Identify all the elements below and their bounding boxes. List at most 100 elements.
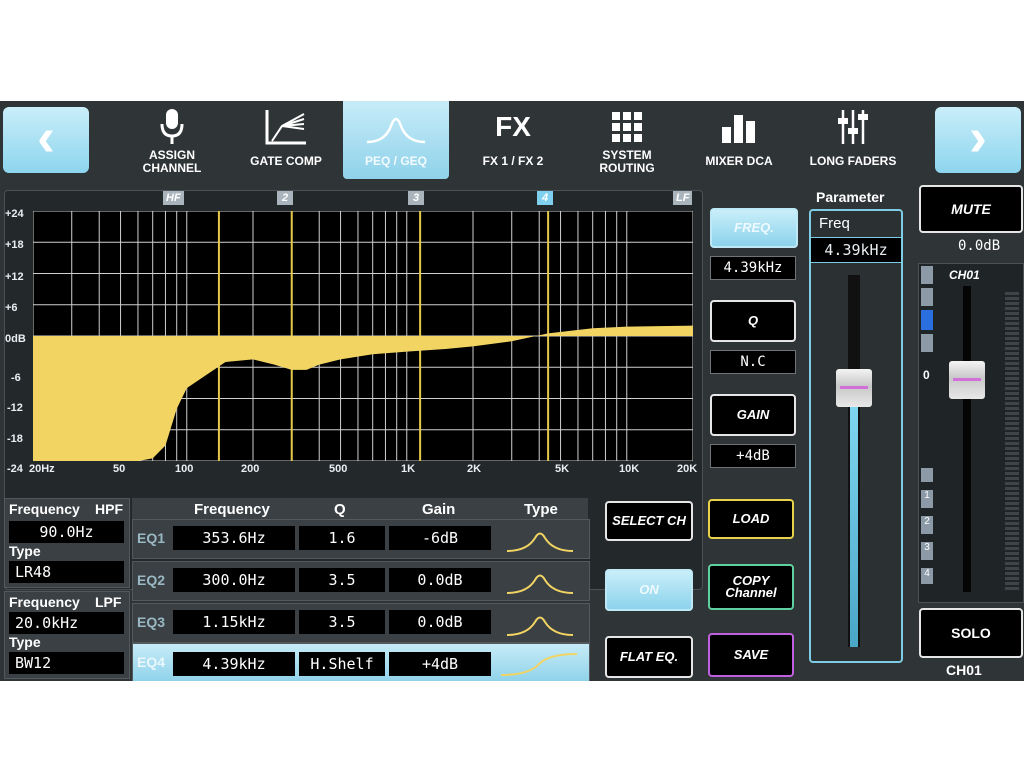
x-tick: 20Hz bbox=[29, 463, 55, 475]
faders-icon bbox=[838, 105, 868, 149]
solo-button[interactable]: SOLO bbox=[919, 608, 1023, 658]
band-label: EQ3 bbox=[137, 614, 166, 630]
tab-label: ROUTING bbox=[599, 161, 655, 175]
hpf-tag: HPF bbox=[95, 501, 123, 517]
eq-on-button[interactable]: ON bbox=[605, 569, 693, 611]
band-frequency[interactable]: 1.15kHz bbox=[173, 610, 295, 634]
x-tick: 20K bbox=[677, 463, 698, 475]
bell-icon[interactable] bbox=[505, 566, 575, 596]
tab-assign-channel[interactable]: ASSIGN CHANNEL bbox=[120, 101, 224, 179]
parameter-fader-knob[interactable] bbox=[836, 368, 872, 407]
band-marker-4[interactable]: 4 bbox=[537, 191, 553, 205]
x-axis-labels: 20Hz 50 100 200 500 1K 2K 5K 10K 20K bbox=[29, 463, 699, 479]
eq-band-row[interactable]: EQ3 1.15kHz 3.5 0.0dB bbox=[132, 603, 590, 643]
lpf-frequency-label: Frequency bbox=[9, 594, 80, 610]
eq-band-row-selected[interactable]: EQ4 4.39kHz H.Shelf +4dB bbox=[132, 643, 590, 681]
meter-blocks bbox=[921, 266, 933, 356]
band-gain[interactable]: 0.0dB bbox=[389, 610, 491, 634]
y-tick: 0dB bbox=[5, 333, 26, 345]
bell-icon[interactable] bbox=[505, 608, 575, 638]
x-tick: 10K bbox=[619, 463, 640, 475]
y-tick: -18 bbox=[7, 433, 23, 445]
band-label: EQ2 bbox=[137, 572, 166, 588]
flat-eq-button[interactable]: FLAT EQ. bbox=[605, 636, 693, 678]
parameter-name: Freq bbox=[819, 215, 850, 232]
hpf-frequency-value[interactable]: 90.0Hz bbox=[9, 521, 124, 543]
eq-curve-plot[interactable] bbox=[33, 211, 693, 461]
dca-number[interactable]: 1 bbox=[921, 490, 933, 508]
load-button[interactable]: LOAD bbox=[708, 499, 794, 539]
x-tick: 500 bbox=[329, 463, 348, 475]
y-tick: -24 bbox=[7, 463, 23, 475]
x-tick: 200 bbox=[241, 463, 260, 475]
band-label: EQ4 bbox=[137, 654, 166, 670]
tab-mixer-dca[interactable]: MIXER DCA bbox=[687, 101, 791, 179]
parameter-value: 4.39kHz bbox=[811, 237, 901, 263]
y-tick: +12 bbox=[5, 271, 24, 283]
header-type: Type bbox=[524, 501, 558, 518]
header-q: Q bbox=[334, 501, 346, 518]
tab-fx[interactable]: FX FX 1 / FX 2 bbox=[461, 101, 565, 179]
band-q[interactable]: H.Shelf bbox=[299, 652, 385, 676]
copy-label-channel: Channel bbox=[725, 585, 777, 600]
tab-peq-geq[interactable]: PEQ / GEQ bbox=[343, 101, 449, 179]
band-gain[interactable]: -6dB bbox=[389, 526, 491, 550]
channel-fader-track[interactable] bbox=[963, 286, 971, 592]
band-q[interactable]: 1.6 bbox=[299, 526, 385, 550]
tab-label: LONG FADERS bbox=[809, 154, 897, 168]
channel-strip[interactable]: CH01 0 1 2 3 4 bbox=[918, 263, 1024, 603]
tab-long-faders[interactable]: LONG FADERS bbox=[799, 101, 907, 179]
band-frequency[interactable]: 353.6Hz bbox=[173, 526, 295, 550]
lpf-tag: LPF bbox=[95, 594, 122, 610]
x-tick: 100 bbox=[175, 463, 194, 475]
back-button[interactable]: ‹ bbox=[3, 107, 89, 173]
band-gain[interactable]: 0.0dB bbox=[389, 568, 491, 592]
tab-label: CHANNEL bbox=[142, 161, 202, 175]
channel-fader-knob[interactable] bbox=[949, 361, 985, 400]
band-marker-2[interactable]: 2 bbox=[277, 191, 293, 205]
tab-gate-comp[interactable]: GATE COMP bbox=[234, 101, 338, 179]
tab-label: GATE COMP bbox=[250, 154, 322, 168]
grid-icon bbox=[612, 105, 642, 149]
parameter-panel[interactable]: Freq 4.39kHz bbox=[809, 209, 903, 663]
band-marker-3[interactable]: 3 bbox=[408, 191, 424, 205]
x-tick: 1K bbox=[401, 463, 416, 475]
mute-button[interactable]: MUTE bbox=[919, 185, 1023, 233]
band-gain[interactable]: +4dB bbox=[389, 652, 491, 676]
lpf-panel[interactable]: Frequency LPF 20.0kHz Type BW12 bbox=[4, 591, 130, 679]
eq-band-row[interactable]: EQ2 300.0Hz 3.5 0.0dB bbox=[132, 561, 590, 601]
high-shelf-icon[interactable] bbox=[499, 648, 579, 678]
parameter-title: Parameter bbox=[816, 189, 885, 205]
parameter-fader-track[interactable] bbox=[848, 275, 860, 647]
hpf-frequency-label: Frequency bbox=[9, 501, 80, 517]
gain-param-button[interactable]: GAIN bbox=[710, 394, 796, 436]
select-channel-button[interactable]: SELECT CH bbox=[605, 501, 693, 541]
bell-icon[interactable] bbox=[505, 524, 575, 554]
band-q[interactable]: 3.5 bbox=[299, 610, 385, 634]
band-marker-lf[interactable]: LF bbox=[673, 191, 693, 205]
q-param-button[interactable]: Q bbox=[710, 300, 796, 342]
eq-band-row[interactable]: EQ1 353.6Hz 1.6 -6dB bbox=[132, 519, 590, 559]
hpf-type-value[interactable]: LR48 bbox=[9, 561, 124, 583]
copy-channel-button[interactable]: COPY Channel bbox=[708, 564, 794, 610]
band-frequency[interactable]: 4.39kHz bbox=[173, 652, 295, 676]
tab-system-routing[interactable]: SYSTEM ROUTING bbox=[575, 101, 679, 179]
dca-number[interactable]: 2 bbox=[921, 516, 933, 534]
hpf-panel[interactable]: Frequency HPF 90.0Hz Type LR48 bbox=[4, 498, 130, 588]
forward-button[interactable]: › bbox=[935, 107, 1021, 173]
dca-number[interactable]: 4 bbox=[921, 568, 933, 584]
lpf-type-value[interactable]: BW12 bbox=[9, 652, 124, 674]
band-marker-hf[interactable]: HF bbox=[163, 191, 184, 205]
y-tick: +6 bbox=[5, 302, 18, 314]
microphone-icon bbox=[159, 105, 185, 149]
freq-param-button[interactable]: FREQ. bbox=[710, 208, 798, 248]
x-tick: 50 bbox=[113, 463, 126, 475]
save-button[interactable]: SAVE bbox=[708, 633, 794, 677]
lpf-frequency-value[interactable]: 20.0kHz bbox=[9, 612, 124, 634]
x-tick: 2K bbox=[467, 463, 482, 475]
band-label: EQ1 bbox=[137, 530, 166, 546]
dca-number[interactable]: 3 bbox=[921, 542, 933, 560]
band-q[interactable]: 3.5 bbox=[299, 568, 385, 592]
strip-name: CH01 bbox=[949, 268, 980, 282]
band-frequency[interactable]: 300.0Hz bbox=[173, 568, 295, 592]
